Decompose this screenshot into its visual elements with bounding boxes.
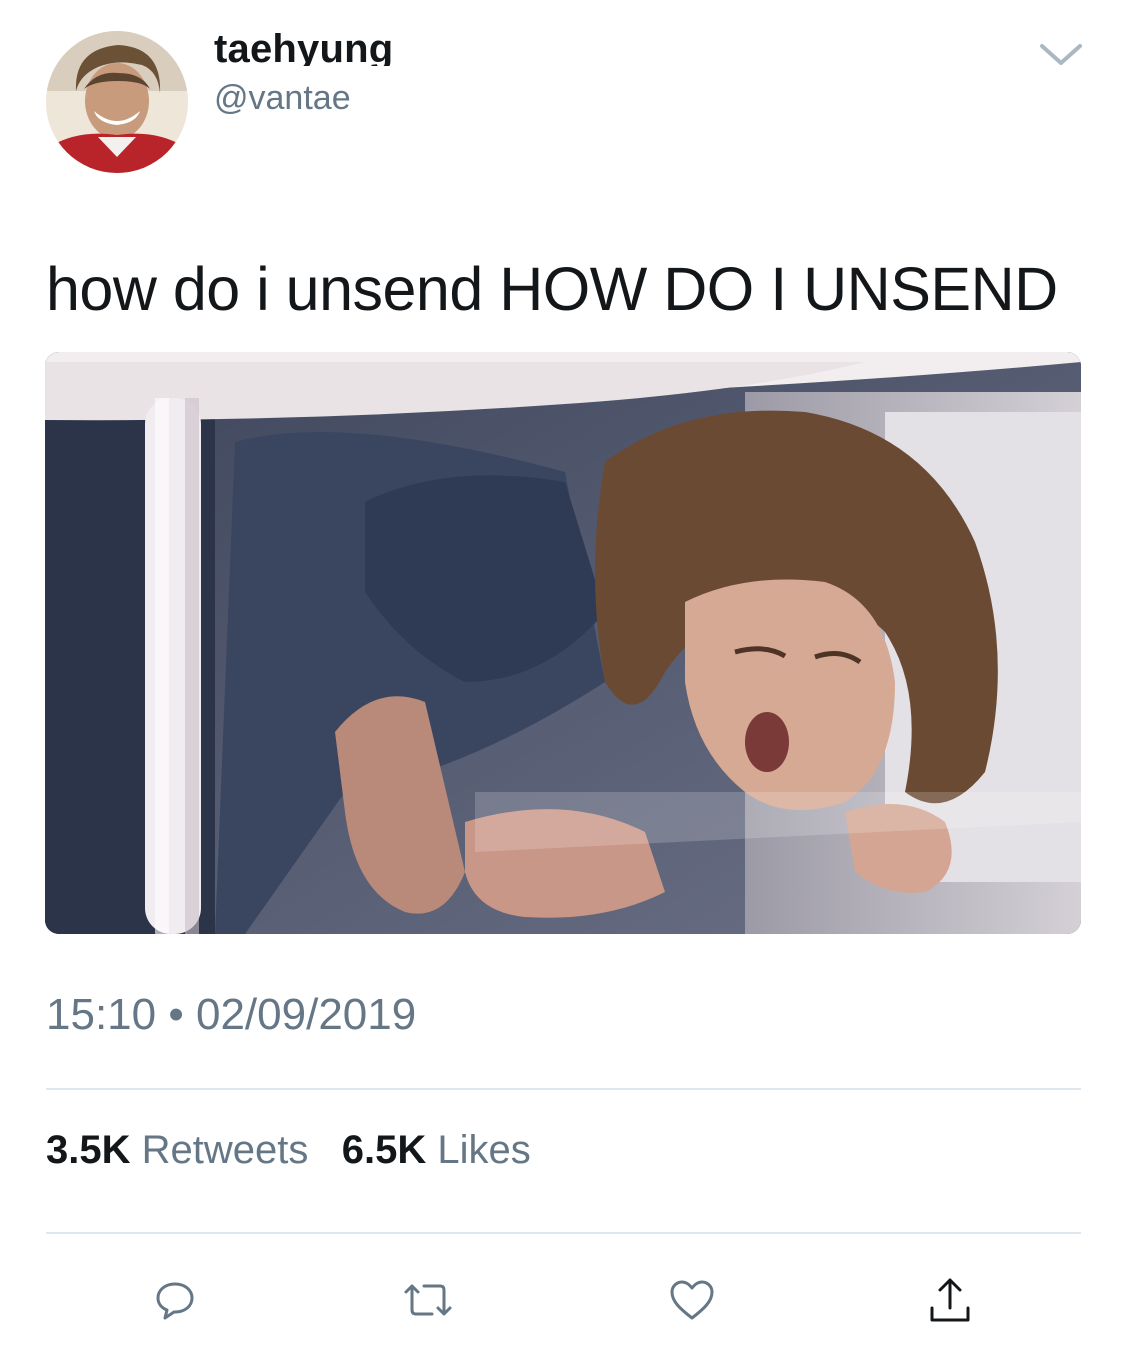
tweet-timestamp: 15:10 • 02/09/2019 — [46, 990, 416, 1040]
engagement-stats: 3.5K Retweets 6.5K Likes — [46, 1126, 531, 1174]
user-handle[interactable]: @vantae — [214, 78, 351, 118]
divider — [46, 1232, 1081, 1234]
tweet-text: how do i unsend HOW DO I UNSEND — [46, 255, 1058, 323]
retweet-icon — [404, 1284, 452, 1316]
retweets-label: Retweets — [141, 1128, 309, 1172]
heart-icon — [670, 1280, 714, 1320]
reply-button[interactable] — [145, 1270, 205, 1330]
action-bar — [0, 1270, 1124, 1330]
reply-icon — [156, 1282, 194, 1320]
tweet-time: 15:10 — [46, 990, 157, 1039]
likes-stat[interactable]: 6.5K Likes — [342, 1128, 531, 1172]
chevron-down-icon[interactable] — [1036, 38, 1086, 70]
retweets-stat[interactable]: 3.5K Retweets — [46, 1128, 320, 1172]
divider — [46, 1088, 1081, 1090]
likes-label: Likes — [437, 1128, 531, 1172]
retweets-count: 3.5K — [46, 1128, 131, 1172]
display-name[interactable]: taehyung — [214, 24, 393, 66]
tweet-detail: taehyung @vantae how do i unsend HOW DO … — [0, 0, 1124, 1360]
retweet-button[interactable] — [398, 1270, 458, 1330]
timestamp-separator: • — [168, 990, 184, 1039]
tweet-media-image[interactable] — [45, 352, 1081, 934]
share-button[interactable] — [920, 1270, 980, 1330]
tweet-date: 02/09/2019 — [195, 990, 417, 1039]
likes-count: 6.5K — [341, 1128, 427, 1172]
like-button[interactable] — [662, 1270, 722, 1330]
share-icon — [930, 1278, 970, 1322]
avatar[interactable] — [46, 31, 188, 173]
